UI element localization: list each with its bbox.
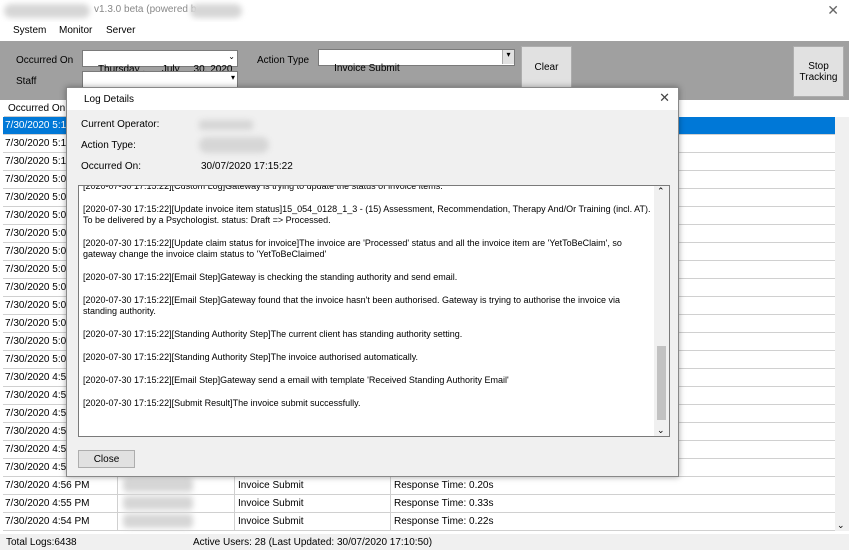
table-row[interactable]: 7/30/2020 4:55 PM Invoice Submit Response … xyxy=(3,495,835,513)
staff-redacted xyxy=(123,478,193,492)
cell-occurred-on: 7/30/2020 5:13 xyxy=(5,156,72,167)
cell-occurred-on: 7/30/2020 5:00 xyxy=(5,354,72,365)
column-divider xyxy=(390,477,391,494)
staff-redacted xyxy=(123,496,193,510)
cell-occurred-on: 7/30/2020 4:59 xyxy=(5,372,72,383)
dialog-title-bar: Log Details ✕ xyxy=(67,88,678,110)
column-divider xyxy=(390,513,391,530)
close-icon[interactable]: ✕ xyxy=(827,2,839,19)
chevron-down-icon[interactable]: ⌄ xyxy=(657,425,665,436)
action-type-label: Action Type: xyxy=(81,140,136,151)
menu-monitor[interactable]: Monitor xyxy=(59,25,92,36)
column-divider xyxy=(234,477,235,494)
log-line: [2020-07-30 17:15:22][Email Step]Gateway… xyxy=(83,295,621,316)
log-line: [2020-07-30 17:15:22][Submit Result]The … xyxy=(83,398,361,408)
occurred-on-label: Occurred On: xyxy=(81,161,142,172)
menu-bar: System Monitor Server xyxy=(0,22,849,40)
cell-occurred-on: 7/30/2020 5:03 xyxy=(5,282,72,293)
cell-action-type: Invoice Submit xyxy=(238,498,304,509)
cell-occurred-on: 7/30/2020 4:59 xyxy=(5,390,72,401)
menu-system[interactable]: System xyxy=(13,25,46,36)
cell-occurred-on: 7/30/2020 4:59 xyxy=(5,408,72,419)
date-picker[interactable]: Thursday , July 30, 2020 ⌄ xyxy=(82,50,238,75)
clear-button[interactable]: Clear xyxy=(521,46,572,88)
log-text: [2020-07-30 17:15:22][Custom Log]Gateway… xyxy=(79,185,655,421)
cell-action-type: Invoice Submit xyxy=(238,480,304,491)
app-name-redacted xyxy=(4,4,90,18)
column-divider xyxy=(234,495,235,512)
current-operator-label: Current Operator: xyxy=(81,119,160,130)
window-title: v1.3.0 beta (powered b xyxy=(94,4,197,15)
cell-occurred-on: 7/30/2020 4:57 xyxy=(5,444,72,455)
close-button[interactable]: Close xyxy=(78,450,135,468)
column-header-occurred-on[interactable]: Occurred On xyxy=(4,100,74,117)
cell-occurred-on: 7/30/2020 4:56 PM xyxy=(5,480,90,491)
action-type-value-redacted xyxy=(199,137,269,153)
table-row[interactable]: 7/30/2020 4:56 PM Invoice Submit Response … xyxy=(3,477,835,495)
staff-label: Staff xyxy=(16,76,37,87)
cell-occurred-on: 7/30/2020 5:13 xyxy=(5,138,72,149)
staff-redacted xyxy=(123,514,193,528)
title-redacted xyxy=(190,4,242,18)
status-bar: Total Logs:6438 Active Users: 28 (Last U… xyxy=(0,534,849,550)
column-divider xyxy=(117,513,118,530)
cell-occurred-on: 7/30/2020 5:06 xyxy=(5,174,72,185)
chevron-down-icon: ▾ xyxy=(230,73,235,82)
log-line: [2020-07-30 17:15:22][Standing Authority… xyxy=(83,329,463,339)
scroll-thumb[interactable] xyxy=(657,346,666,420)
staff-select[interactable]: ▾ xyxy=(82,71,238,88)
action-type-value: Invoice Submit xyxy=(334,63,400,74)
log-details-dialog: Log Details ✕ Current Operator: Action T… xyxy=(66,87,679,477)
cell-occurred-on: 7/30/2020 5:04 xyxy=(5,228,72,239)
column-divider xyxy=(117,495,118,512)
action-type-select[interactable]: Invoice Submit ▾ xyxy=(318,49,515,74)
cell-response: Response Time: 0.22s xyxy=(394,516,494,527)
cell-occurred-on: 7/30/2020 5:04 xyxy=(5,246,72,257)
log-line: [2020-07-30 17:15:22][Update claim statu… xyxy=(83,238,622,259)
chevron-down-icon[interactable]: ⌄ xyxy=(837,520,845,531)
log-scrollbar[interactable]: ⌃ ⌄ xyxy=(654,186,669,436)
cell-occurred-on: 7/30/2020 5:02 xyxy=(5,318,72,329)
table-row[interactable]: 7/30/2020 4:54 PM Invoice Submit Response … xyxy=(3,513,835,531)
column-divider xyxy=(390,495,391,512)
stop-tracking-button[interactable]: Stop Tracking xyxy=(793,46,844,97)
cell-occurred-on: 7/30/2020 4:55 PM xyxy=(5,498,90,509)
log-line: [2020-07-30 17:15:22][Email Step]Gateway… xyxy=(83,272,458,282)
log-line: [2020-07-30 17:15:22][Update invoice ite… xyxy=(83,204,651,225)
action-type-label: Action Type xyxy=(257,55,310,66)
active-users: Active Users: 28 (Last Updated: 30/07/20… xyxy=(193,537,433,548)
cell-occurred-on: 7/30/2020 5:02 xyxy=(5,300,72,311)
operator-value-redacted xyxy=(199,120,253,130)
dialog-title: Log Details xyxy=(84,94,135,105)
log-line: [2020-07-30 17:15:22][Email Step]Gateway… xyxy=(83,375,509,385)
log-details-textbox[interactable]: [2020-07-30 17:15:22][Custom Log]Gateway… xyxy=(78,185,670,437)
occurred-on-value: 30/07/2020 17:15:22 xyxy=(201,161,293,172)
cell-occurred-on: 7/30/2020 4:54 PM xyxy=(5,516,90,527)
cell-occurred-on: 7/30/2020 4:56 xyxy=(5,462,72,473)
menu-server[interactable]: Server xyxy=(106,25,135,36)
log-line: [2020-07-30 17:15:22][Custom Log]Gateway… xyxy=(83,185,443,191)
cell-action-type: Invoice Submit xyxy=(238,516,304,527)
cell-occurred-on: 7/30/2020 5:03 xyxy=(5,264,72,275)
column-divider xyxy=(234,513,235,530)
grid-scrollbar[interactable]: ⌄ xyxy=(835,117,849,531)
chevron-down-icon: ⌄ xyxy=(228,52,235,61)
cell-occurred-on: 7/30/2020 5:06 xyxy=(5,192,72,203)
cell-response: Response Time: 0.20s xyxy=(394,480,494,491)
cell-occurred-on: 7/30/2020 4:57 xyxy=(5,426,72,437)
log-line: [2020-07-30 17:15:22][Standing Authority… xyxy=(83,352,419,362)
chevron-down-icon: ▾ xyxy=(502,50,514,64)
close-icon[interactable]: ✕ xyxy=(659,90,670,106)
cell-occurred-on: 7/30/2020 5:05 xyxy=(5,210,72,221)
cell-occurred-on: 7/30/2020 5:01 xyxy=(5,336,72,347)
column-divider xyxy=(117,477,118,494)
title-bar: v1.3.0 beta (powered b ✕ xyxy=(0,0,849,22)
cell-response: Response Time: 0.33s xyxy=(394,498,494,509)
cell-occurred-on: 7/30/2020 5:15 xyxy=(5,120,72,131)
occurred-on-label: Occurred On xyxy=(16,55,74,66)
chevron-up-icon[interactable]: ⌃ xyxy=(657,186,665,197)
total-logs: Total Logs:6438 xyxy=(6,537,77,548)
